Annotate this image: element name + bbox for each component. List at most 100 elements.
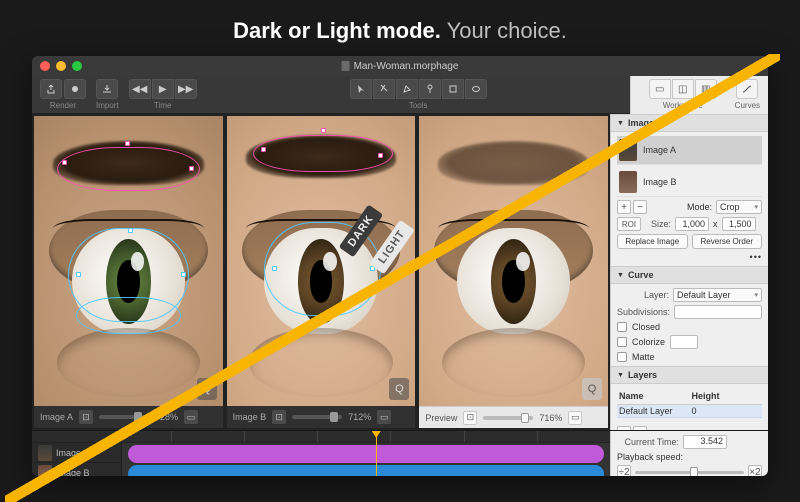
vpB-fit-icon[interactable]: ⊡ — [272, 410, 286, 424]
speed-double-button[interactable]: ×2 — [748, 465, 762, 476]
tools-label: Tools — [409, 101, 428, 110]
workspace-layout-1[interactable]: ▭ — [649, 79, 671, 99]
remove-layer-button[interactable]: − — [633, 426, 647, 430]
viewport-preview[interactable]: Q Preview ⊡ 716% ▭ — [419, 116, 608, 428]
pen-tool[interactable] — [396, 79, 418, 99]
import-button[interactable] — [96, 79, 118, 99]
document-title: Man-Woman.morphage — [342, 61, 459, 72]
quality-badge-preview[interactable]: Q — [582, 378, 602, 400]
remove-image-button[interactable]: − — [633, 200, 647, 214]
colorize-swatch[interactable] — [670, 335, 698, 349]
track-bar-b[interactable] — [128, 465, 604, 476]
roi-button[interactable]: ROI — [617, 217, 641, 231]
preview-toggle-icon[interactable]: ▭ — [568, 411, 582, 425]
viewport-image-a[interactable]: Q Image A ⊡ 628% ▭ — [34, 116, 223, 428]
thumb-a — [619, 139, 637, 161]
workspace-layout-3[interactable]: ▥ — [695, 79, 717, 99]
images-panel-header[interactable]: ▼Images — [611, 114, 768, 132]
headline-bold: Dark or Light mode. — [233, 18, 441, 43]
thumb-b — [619, 171, 637, 193]
vpB-toggle-icon[interactable]: ▭ — [377, 410, 391, 424]
viewport-b-footer: Image B ⊡ 712% ▭ — [227, 406, 416, 428]
rect-tool[interactable] — [442, 79, 464, 99]
vpB-zoom-slider[interactable] — [292, 415, 342, 419]
images-title: Images — [628, 118, 659, 128]
viewports: Q Image A ⊡ 628% ▭ Q — [32, 114, 610, 430]
track-thumb-b — [38, 465, 52, 477]
toolbar: Render Import ◀◀ ▶ ▶▶ Time Tools — [32, 76, 768, 114]
more-menu-icon[interactable]: ••• — [750, 252, 762, 262]
image-row-a[interactable]: Image A — [617, 136, 762, 165]
vpA-zoom-slider[interactable] — [99, 415, 149, 419]
viewport-b-name: Image B — [233, 412, 267, 422]
layer-row-default[interactable]: Default Layer0 — [617, 405, 762, 418]
zoom-button[interactable] — [72, 61, 82, 71]
vpA-toggle-icon[interactable]: ▭ — [184, 410, 198, 424]
edit-tool[interactable] — [373, 79, 395, 99]
current-time-field[interactable]: 3.542 — [683, 435, 727, 449]
content-area: Q Image A ⊡ 628% ▭ Q — [32, 114, 768, 430]
track-label-b: Image B — [56, 468, 90, 477]
curve-title: Curve — [628, 270, 654, 280]
colorize-checkbox[interactable] — [617, 337, 627, 347]
app-window: Man-Woman.morphage Render Import ◀◀ ▶ ▶▶… — [32, 56, 768, 476]
closed-label: Closed — [632, 322, 660, 332]
document-icon — [342, 61, 350, 71]
track-row-a[interactable]: Image A — [32, 443, 121, 463]
mode-select[interactable]: Crop▾ — [716, 200, 762, 214]
record-button[interactable] — [64, 79, 86, 99]
titlebar: Man-Woman.morphage — [32, 56, 768, 76]
window-controls — [40, 61, 82, 71]
layers-panel-header[interactable]: ▼Layers — [611, 366, 768, 384]
track-row-b[interactable]: Image B — [32, 463, 121, 476]
matte-label: Matte — [632, 352, 655, 362]
preview-fit-icon[interactable]: ⊡ — [463, 411, 477, 425]
time-label: Time — [154, 101, 171, 110]
curve-layer-select[interactable]: Default Layer▾ — [673, 288, 762, 302]
track-bar-a[interactable] — [128, 445, 604, 463]
workspace-layout-2[interactable]: ◫ — [672, 79, 694, 99]
replace-image-button[interactable]: Replace Image — [617, 234, 688, 249]
add-layer-button[interactable]: + — [617, 426, 631, 430]
quality-badge-a[interactable]: Q — [197, 378, 217, 400]
ellipse-tool[interactable] — [465, 79, 487, 99]
minimize-button[interactable] — [56, 61, 66, 71]
forward-button[interactable]: ▶▶ — [175, 79, 197, 99]
closed-checkbox[interactable] — [617, 322, 627, 332]
curve-layer-label: Layer: — [617, 290, 669, 300]
mode-label: Mode: — [687, 202, 712, 212]
viewport-a-name: Image A — [40, 412, 73, 422]
render-label: Render — [50, 101, 76, 110]
matte-checkbox[interactable] — [617, 352, 627, 362]
pin-tool[interactable] — [419, 79, 441, 99]
preview-zoom-slider[interactable] — [483, 416, 533, 420]
time-group: ◀◀ ▶ ▶▶ Time — [129, 79, 197, 110]
viewport-image-b[interactable]: Q Image B ⊡ 712% ▭ — [227, 116, 416, 428]
curve-panel-header[interactable]: ▼Curve — [611, 266, 768, 284]
timeline-canvas[interactable] — [122, 431, 610, 476]
speed-half-button[interactable]: ÷2 — [617, 465, 631, 476]
size-w-field[interactable]: 1,000 — [675, 217, 709, 231]
image-row-b[interactable]: Image B — [617, 168, 762, 197]
image-a-label: Image A — [643, 145, 676, 155]
playhead[interactable] — [376, 431, 377, 476]
workspace-label: Workspace — [663, 101, 703, 110]
close-button[interactable] — [40, 61, 50, 71]
pointer-tool[interactable] — [350, 79, 372, 99]
speed-slider[interactable] — [635, 471, 744, 474]
share-button[interactable] — [40, 79, 62, 99]
add-image-button[interactable]: + — [617, 200, 631, 214]
size-h-field[interactable]: 1,500 — [722, 217, 756, 231]
quality-badge-b[interactable]: Q — [389, 378, 409, 400]
subdiv-field[interactable] — [674, 305, 762, 319]
timeline-ruler[interactable] — [122, 431, 610, 443]
track-thumb-a — [38, 445, 52, 461]
rewind-button[interactable]: ◀◀ — [129, 79, 151, 99]
reverse-order-button[interactable]: Reverse Order — [692, 234, 763, 249]
document-filename: Man-Woman.morphage — [354, 61, 459, 72]
play-button[interactable]: ▶ — [152, 79, 174, 99]
curves-panel-toggle[interactable] — [736, 79, 758, 99]
preview-name: Preview — [425, 413, 457, 423]
vpA-fit-icon[interactable]: ⊡ — [79, 410, 93, 424]
vpA-zoom-value: 628% — [155, 412, 178, 422]
